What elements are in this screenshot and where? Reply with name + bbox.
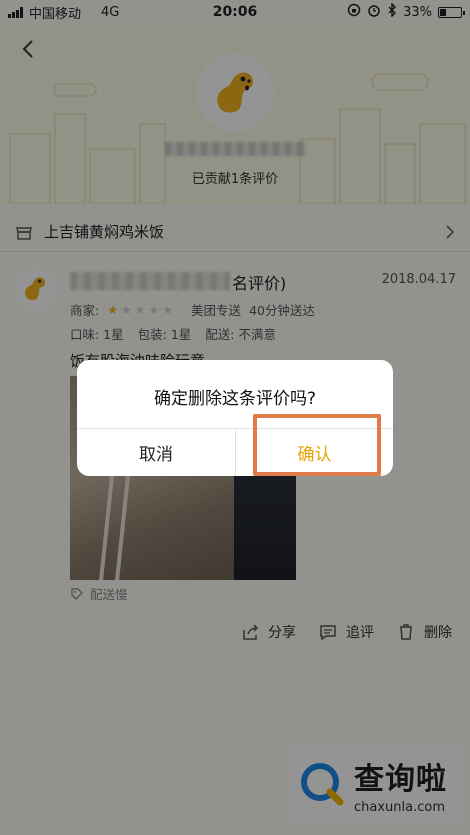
cancel-button[interactable]: 取消: [77, 429, 235, 476]
confirm-highlight-annotation: [253, 414, 381, 476]
dialog-title: 确定删除这条评价吗?: [153, 389, 317, 409]
